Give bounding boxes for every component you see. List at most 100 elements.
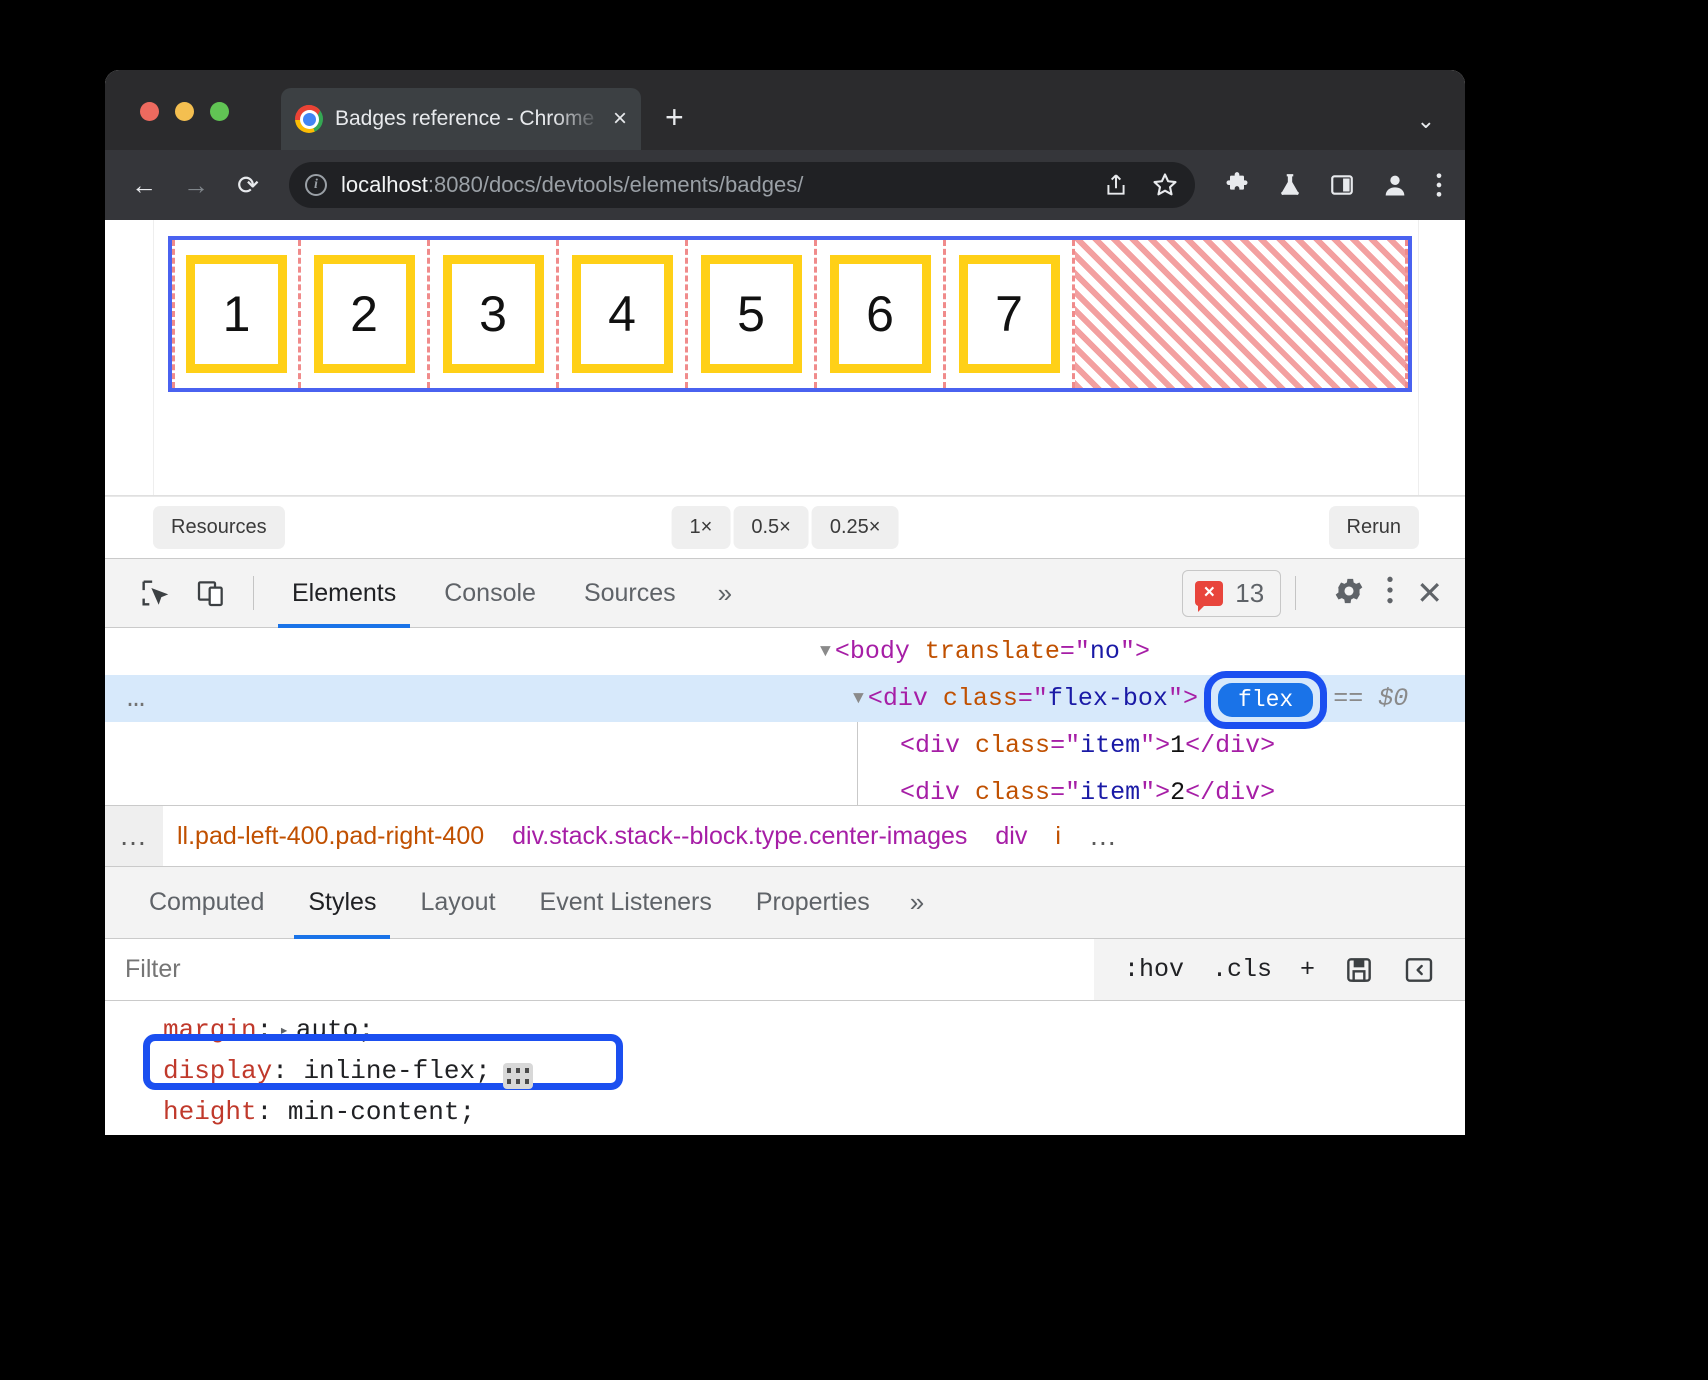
more-tabs-chevron-icon[interactable]: » [700,578,750,609]
rerun-button[interactable]: Rerun [1329,506,1419,549]
attribute-name[interactable]: translate [925,637,1060,666]
css-property-name[interactable]: margin [163,1015,257,1045]
tab-properties[interactable]: Properties [734,867,892,939]
attribute-value[interactable]: flex-box [1048,684,1168,713]
bookmark-star-icon[interactable] [1151,171,1179,199]
tab-event-listeners[interactable]: Event Listeners [518,867,734,939]
tag-name: div [883,684,928,713]
forward-button[interactable]: → [179,170,213,201]
breadcrumb-item-2[interactable]: div [981,822,1041,851]
dom-row-flex-box[interactable]: … ▼<div class="flex-box">flex== $0 [105,675,1465,722]
node-text: 2 [1170,778,1185,805]
browser-toolbar: ← → ⟳ i localhost:8080/docs/devtools/ele… [105,150,1465,220]
close-window-button[interactable] [140,102,159,121]
side-panel-icon[interactable] [1329,172,1355,198]
breadcrumb-overflow-right[interactable]: … [1075,806,1133,866]
tag-open-bracket: < [900,778,915,805]
zoom-1x-button[interactable]: 1× [672,506,731,549]
address-bar[interactable]: i localhost:8080/docs/devtools/elements/… [289,162,1195,208]
filter-input[interactable] [105,939,1094,1000]
css-declaration-height[interactable]: height: min-content; [163,1091,1465,1132]
error-count: 13 [1235,578,1264,609]
dom-row-item-1[interactable]: <div class="item">1</div> [105,722,1465,769]
back-button[interactable]: ← [127,170,161,201]
styles-more-tabs-chevron-icon[interactable]: » [892,887,942,918]
dom-row-item-2[interactable]: <div class="item">2</div> [105,769,1465,805]
zoom-05x-button[interactable]: 0.5× [733,506,808,549]
expand-triangle-icon[interactable]: ▼ [820,642,831,662]
profile-avatar-icon[interactable] [1381,171,1409,199]
site-info-icon[interactable]: i [305,174,327,196]
new-rule-plus-button[interactable]: + [1286,955,1329,984]
tab-styles[interactable]: Styles [286,867,398,939]
breadcrumb-overflow-left[interactable]: … [105,806,163,866]
expand-shorthand-icon[interactable]: ▸ [279,1020,289,1040]
quote-close: " [1168,684,1183,713]
close-devtools-icon[interactable]: ✕ [1416,574,1443,612]
minimize-window-button[interactable] [175,102,194,121]
flex-badge[interactable]: flex [1218,683,1313,717]
tab-sources[interactable]: Sources [560,558,700,628]
attribute-value[interactable]: item [1080,731,1140,760]
browser-tab[interactable]: Badges reference - Chrome De × [281,88,641,150]
dom-row-body[interactable]: ▼<body translate="no"> [105,628,1465,675]
breadcrumb-item-0[interactable]: ll.pad-left-400.pad-right-400 [163,822,498,851]
css-declaration-margin[interactable]: margin:▸auto; [163,1009,1465,1050]
flexbox-editor-icon[interactable] [503,1063,533,1089]
flex-item: 5 [701,255,802,373]
cls-toggle-button[interactable]: .cls [1198,955,1286,984]
extensions-puzzle-icon[interactable] [1223,171,1251,199]
share-icon[interactable] [1103,172,1129,198]
inspect-element-icon[interactable] [127,576,183,610]
closing-tag: </div> [1185,731,1275,760]
css-declaration-display[interactable]: display: inline-flex; [163,1050,1465,1091]
tab-search-icon[interactable]: ⌄ [1417,108,1435,134]
styles-filter-row: :hov .cls + [105,939,1465,1001]
quote-open: " [1075,637,1090,666]
new-style-rule-icon[interactable] [1329,954,1389,986]
breadcrumb-item-3[interactable]: i [1041,822,1075,851]
reload-button[interactable]: ⟳ [231,170,265,201]
new-tab-button[interactable]: + [665,99,684,136]
css-property-value[interactable]: inline-flex; [303,1056,490,1086]
css-property-value[interactable]: auto; [296,1015,374,1045]
zoom-025x-button[interactable]: 0.25× [812,506,899,549]
css-property-value[interactable]: min-content; [288,1097,475,1127]
breadcrumb-item-1[interactable]: div.stack.stack--block.type.center-image… [498,822,981,851]
page-content: 1 2 3 4 5 6 7 [153,220,1419,495]
css-property-name[interactable]: display [163,1056,272,1086]
devtools-toolbar-right: × 13 ✕ [1182,570,1443,617]
gear-icon[interactable] [1332,574,1366,613]
css-property-name[interactable]: height [163,1097,257,1127]
device-toolbar-icon[interactable] [183,577,239,609]
browser-window: Badges reference - Chrome De × + ⌄ ← → ⟳… [105,70,1465,1135]
close-tab-icon[interactable]: × [613,107,627,131]
tab-strip: Badges reference - Chrome De × + ⌄ [105,70,1465,150]
flex-item-cell: 7 [946,240,1075,388]
browser-menu-icon[interactable] [1435,171,1443,199]
dom-tree: ▼<body translate="no"> … ▼<div class="fl… [105,628,1465,805]
quote-close: " [1120,637,1135,666]
expand-triangle-icon[interactable]: ▼ [853,689,864,709]
error-count-badge[interactable]: × 13 [1182,570,1281,617]
hov-toggle-button[interactable]: :hov [1110,955,1198,984]
chrome-logo-icon [295,105,323,133]
resources-button[interactable]: Resources [153,506,285,549]
attribute-name[interactable]: class [943,684,1018,713]
tab-computed[interactable]: Computed [127,867,286,939]
css-declaration-width[interactable]: width: 100%; [163,1132,1465,1135]
attribute-value[interactable]: no [1090,637,1120,666]
row-overflow-ellipsis[interactable]: … [127,682,147,716]
attribute-name[interactable]: class [975,731,1050,760]
maximize-window-button[interactable] [210,102,229,121]
tab-layout[interactable]: Layout [398,867,517,939]
zoom-level-group: 1× 0.5× 0.25× [672,506,899,549]
tab-elements[interactable]: Elements [268,558,420,628]
attribute-value[interactable]: item [1080,778,1140,805]
error-bubble-icon: × [1195,581,1223,606]
labs-flask-icon[interactable] [1277,172,1303,198]
tab-console[interactable]: Console [420,558,560,628]
kebab-menu-icon[interactable] [1386,574,1394,613]
toggle-sidebar-icon[interactable] [1389,954,1449,986]
attribute-name[interactable]: class [975,778,1050,805]
